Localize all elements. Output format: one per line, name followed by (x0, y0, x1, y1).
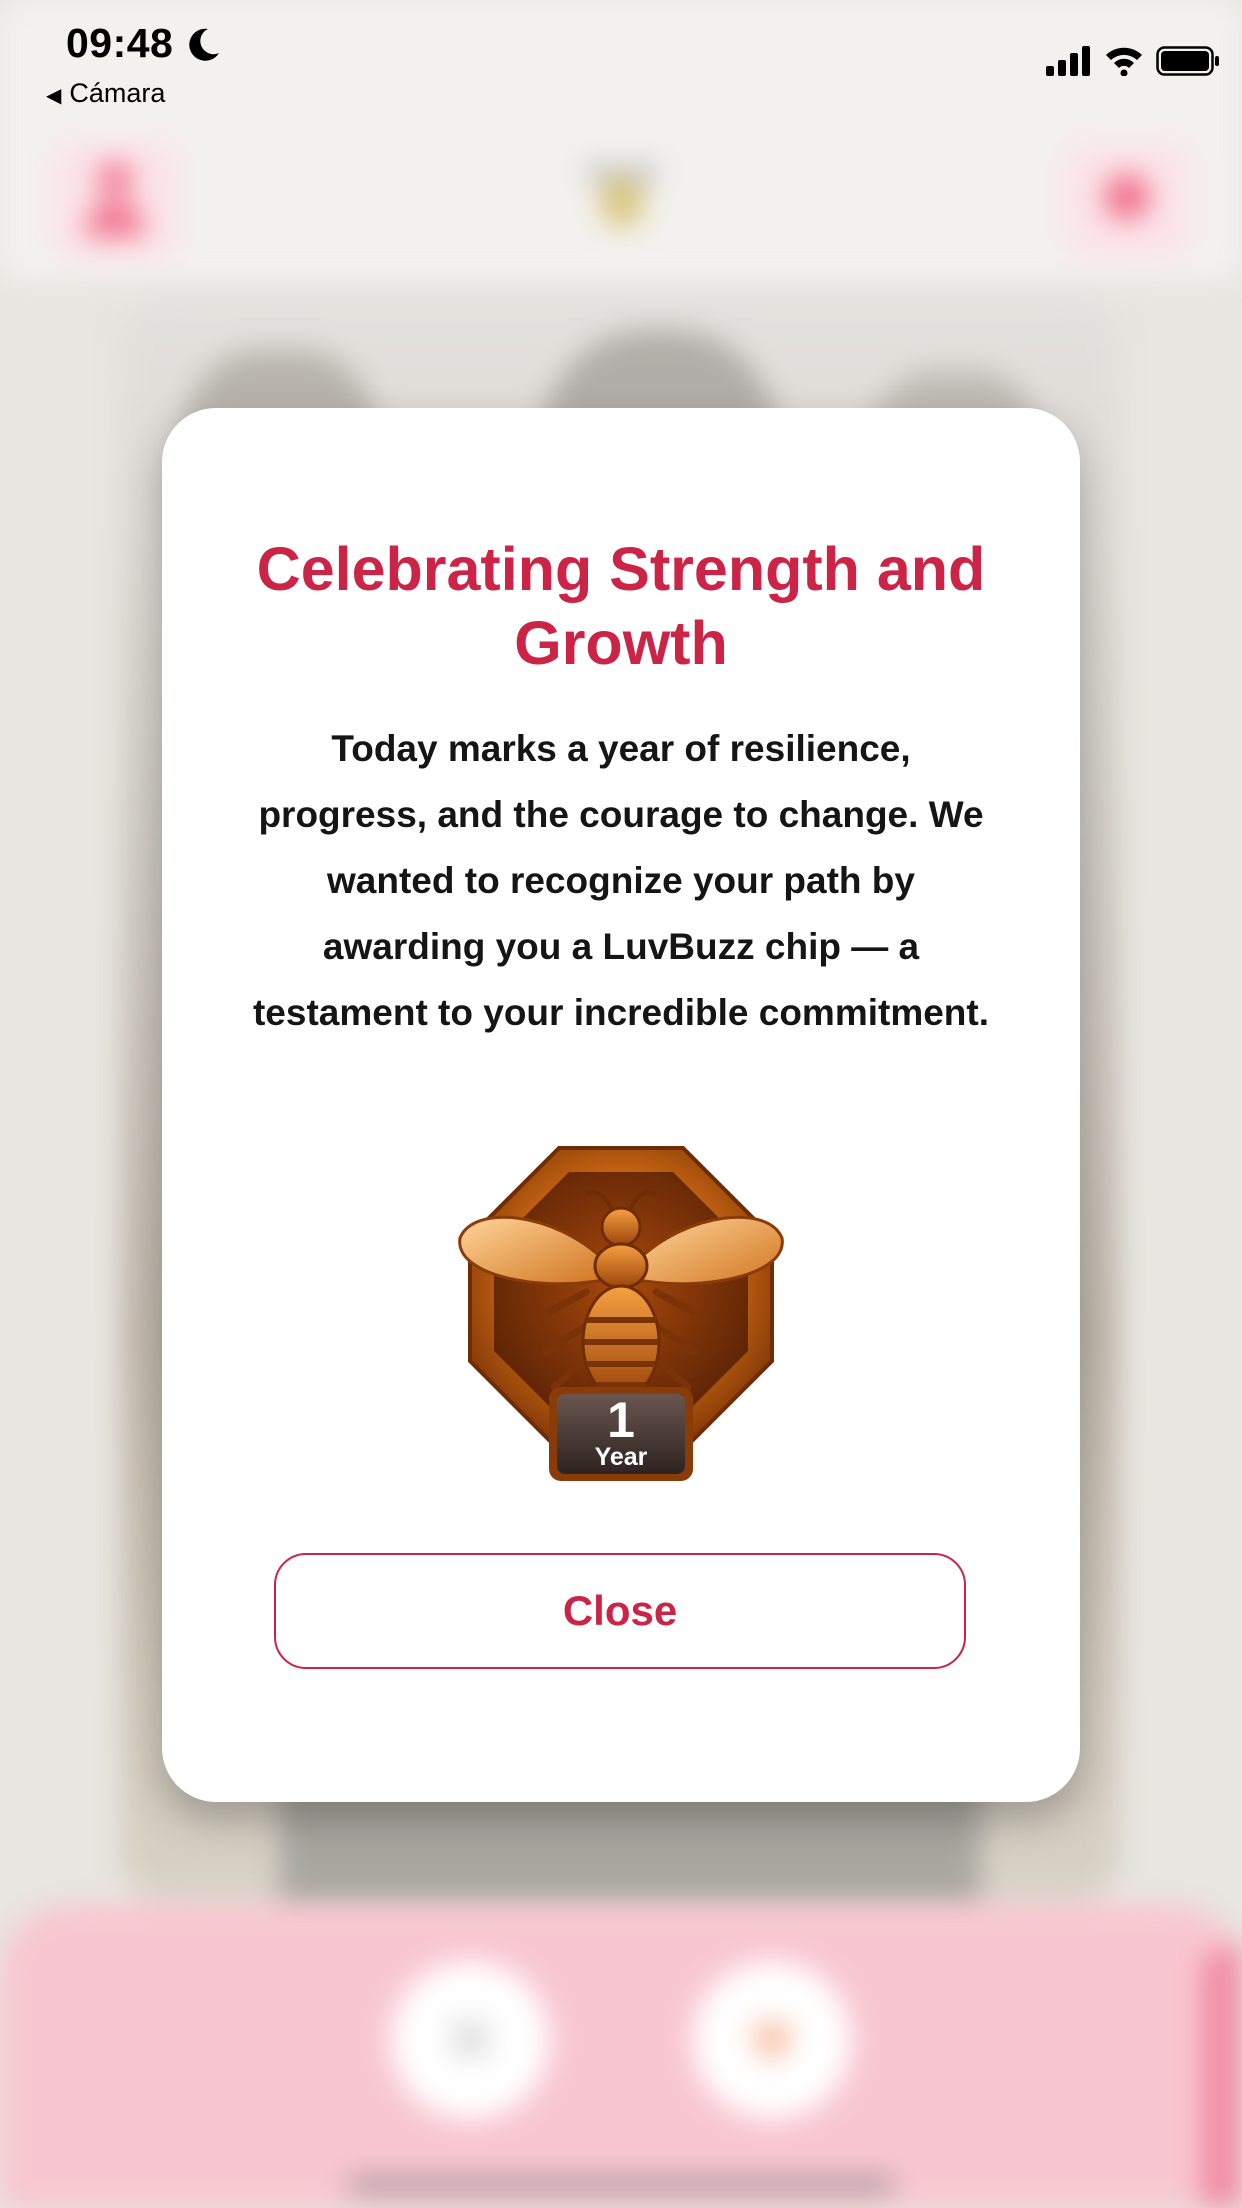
modal-message: Today marks a year of resilience, progre… (252, 728, 990, 1033)
battery-icon (1156, 46, 1219, 76)
chip-number: 1 (607, 1392, 635, 1448)
bee-logo (585, 161, 659, 228)
status-time: 09:48 (66, 20, 174, 66)
chat-button (1062, 140, 1192, 260)
profile-icon-body (86, 202, 144, 236)
close-icon: ✕ (440, 2001, 500, 2079)
wifi-icon (1106, 47, 1142, 76)
bottom-bar-edge (1202, 1945, 1242, 2208)
chip-unit: Year (595, 1443, 648, 1471)
celebration-modal: Celebrating Strength and Growth Today ma… (162, 408, 1080, 1802)
dislike-button: ✕ (390, 1960, 550, 2120)
back-label: Cámara (69, 78, 166, 108)
modal-title: Celebrating Strength and Growth (256, 535, 986, 677)
profile-icon (98, 162, 132, 196)
chat-icon (1104, 174, 1150, 220)
heart-icon: ♥ (748, 1995, 796, 2084)
profile-button (50, 140, 180, 260)
bottom-action-bar (0, 1905, 1242, 2208)
back-to-camera-link[interactable]: ◀ Cámara (46, 78, 165, 109)
moon-icon (189, 28, 219, 61)
back-arrow-icon: ◀ (46, 85, 62, 107)
signal-icon (1046, 46, 1090, 76)
home-indicator (348, 2178, 894, 2192)
close-button[interactable]: Close (274, 1553, 966, 1669)
luvbuzz-chip-badge: 1 Year (458, 1146, 784, 1481)
like-button: ♥ (692, 1960, 852, 2120)
